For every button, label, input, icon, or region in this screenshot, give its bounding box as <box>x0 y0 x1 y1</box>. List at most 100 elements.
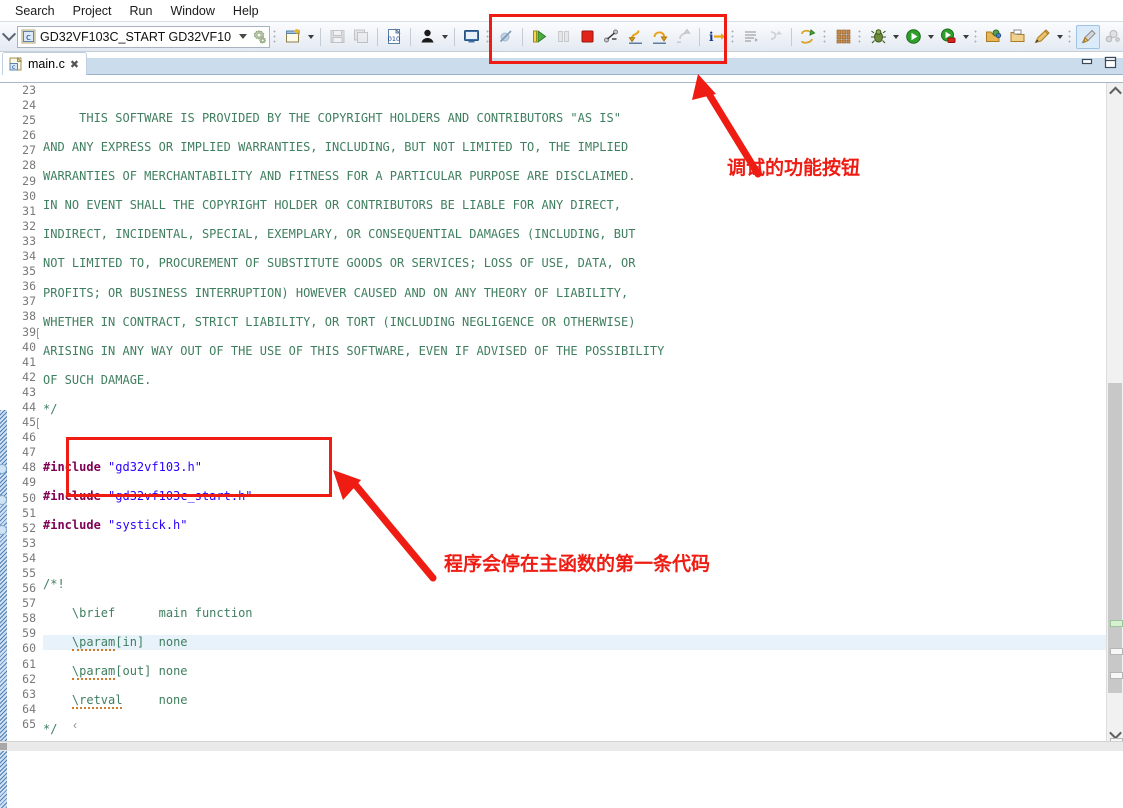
console-icon[interactable] <box>459 25 483 49</box>
toolbar-separator <box>791 27 793 46</box>
maximize-button[interactable] <box>1103 55 1117 69</box>
toolbar-grip[interactable] <box>822 28 830 45</box>
toolbar-grip[interactable] <box>973 28 981 45</box>
close-icon[interactable]: ✖ <box>70 58 79 71</box>
toolbar-separator <box>410 27 412 46</box>
build-icon[interactable]: 010 <box>382 25 406 49</box>
step-over-icon[interactable] <box>647 25 671 49</box>
code-line: WHETHER IN CONTRACT, STRICT LIABILITY, O… <box>43 315 1123 330</box>
toolbar-grip[interactable] <box>730 28 738 45</box>
new-file-dropdown-icon[interactable] <box>305 26 316 48</box>
line-number: 57 <box>22 596 36 611</box>
search-related-icon[interactable] <box>1100 25 1123 49</box>
code-line: \param[out] none <box>71 663 188 680</box>
scroll-up-button[interactable] <box>1107 83 1123 100</box>
open-type-icon[interactable] <box>982 25 1006 49</box>
overview-ruler[interactable] <box>1107 100 1123 745</box>
menu-item-search[interactable]: Search <box>6 2 64 20</box>
toolbar-grip[interactable] <box>485 28 493 45</box>
save-icon[interactable] <box>325 25 349 49</box>
minimize-button[interactable] <box>1080 55 1094 69</box>
code-line-40: \brief main function <box>43 605 253 620</box>
code-area[interactable]: THIS SOFTWARE IS PROVIDED BY THE COPYRIG… <box>39 83 1123 743</box>
menu-item-run[interactable]: Run <box>121 2 162 20</box>
toolbar-separator <box>377 27 379 46</box>
highlight-marker-icon[interactable] <box>1076 24 1101 49</box>
terminate-icon[interactable] <box>575 25 599 49</box>
horizontal-scrollbar[interactable] <box>0 741 1123 751</box>
skip-all-breakpoints-icon[interactable] <box>494 25 518 49</box>
run-dropdown-icon[interactable] <box>925 26 936 48</box>
menu-lines-icon[interactable] <box>739 25 763 49</box>
launch-history-chevron-icon[interactable] <box>1 26 17 48</box>
line-number: 41 <box>22 354 36 369</box>
overview-marker[interactable] <box>1110 672 1123 679</box>
disconnect-icon[interactable] <box>599 25 623 49</box>
coverage-dropdown-icon[interactable] <box>960 26 971 48</box>
line-number: 23 <box>22 83 36 97</box>
drop-to-frame-icon[interactable] <box>763 25 787 49</box>
user-dropdown-icon[interactable] <box>439 26 450 48</box>
debug-marker-icon[interactable] <box>0 494 7 505</box>
collapse-arrow-icon[interactable]: ‹ <box>73 718 77 732</box>
eclipse-ide-window: Search Project Run Window Help c GD32VF1… <box>0 0 1123 808</box>
code-line: \brief main function <box>43 606 1123 621</box>
line-number: 65 <box>22 716 36 731</box>
code-line-39: /*! <box>43 576 65 591</box>
line-number: 36 <box>22 279 36 294</box>
gear-icon[interactable] <box>251 29 267 45</box>
pencil-icon[interactable] <box>1030 25 1054 49</box>
menu-bar: Search Project Run Window Help <box>0 0 1123 21</box>
debug-bug-icon[interactable] <box>866 25 890 49</box>
tab-strip-filler <box>87 58 1123 75</box>
source-editor[interactable]: 23 24 25 26 27 28 29 30 31 32 33 34 35 36 37 38 39 40 41 42… <box>0 82 1123 808</box>
debug-dropdown-icon[interactable] <box>890 26 901 48</box>
suspend-icon[interactable] <box>551 25 575 49</box>
menu-item-project[interactable]: Project <box>64 2 121 20</box>
resume-icon[interactable] <box>527 25 551 49</box>
step-into-icon[interactable] <box>623 25 647 49</box>
new-file-icon[interactable] <box>281 25 305 49</box>
editor-tab-strip: c main.c ✖ <box>0 52 1123 75</box>
overview-marker-occurrence[interactable] <box>1110 620 1123 627</box>
line-number: 48 <box>0 460 39 475</box>
code-line: OF SUCH DAMAGE. <box>43 373 1123 388</box>
save-all-icon[interactable] <box>349 25 373 49</box>
menu-item-window[interactable]: Window <box>161 2 223 20</box>
toolbar-grip[interactable] <box>1067 28 1075 45</box>
line-number-ruler[interactable]: 23 24 25 26 27 28 29 30 31 32 33 34 35 36 37 38 39 40 41 42… <box>0 83 48 743</box>
step-return-icon[interactable] <box>671 25 695 49</box>
code-line-33: */ <box>43 401 58 416</box>
open-resource-icon[interactable] <box>1006 25 1030 49</box>
code-line: WARRANTIES OF MERCHANTABILITY AND FITNES… <box>43 169 1123 184</box>
line-number: 34 <box>22 249 36 264</box>
change-bar <box>0 83 7 808</box>
chevron-down-icon[interactable] <box>239 34 248 39</box>
line-number: 37 <box>22 294 36 309</box>
line-number: 28 <box>22 158 36 173</box>
code-line: AND ANY EXPRESS OR IMPLIED WARRANTIES, I… <box>43 140 1123 155</box>
refresh-memory-icon[interactable] <box>796 25 820 49</box>
code-line: THIS SOFTWARE IS PROVIDED BY THE COPYRIG… <box>43 111 1123 126</box>
launch-configuration-value: GD32VF103C_START GD32VF10 <box>40 29 232 44</box>
code-line-31: ARISING IN ANY WAY OUT OF THE USE OF THI… <box>43 343 665 358</box>
memory-blocks-icon[interactable] <box>831 25 855 49</box>
user-icon[interactable] <box>415 25 439 49</box>
code-line: \retval none <box>71 692 188 709</box>
toolbar-separator <box>522 27 524 46</box>
pencil-dropdown-icon[interactable] <box>1054 26 1065 48</box>
horizontal-scrollbar-thumb[interactable] <box>0 743 7 750</box>
instruction-stepping-icon[interactable]: i <box>704 25 728 49</box>
overview-marker[interactable] <box>1110 648 1123 655</box>
line-number: 47 <box>22 445 36 460</box>
coverage-icon[interactable] <box>936 25 960 49</box>
launch-configuration-combo[interactable]: c GD32VF103C_START GD32VF10 <box>17 25 271 48</box>
line-number: 26 <box>22 128 36 143</box>
line-number: 59 <box>22 626 36 641</box>
toolbar-grip[interactable] <box>272 28 280 45</box>
run-icon[interactable] <box>901 25 925 49</box>
menu-item-help[interactable]: Help <box>224 2 268 20</box>
toolbar-grip[interactable] <box>857 28 865 45</box>
editor-tab-main-c[interactable]: c main.c ✖ <box>2 52 88 75</box>
code-line: PROFITS; OR BUSINESS INTERRUPTION) HOWEV… <box>43 286 1123 301</box>
